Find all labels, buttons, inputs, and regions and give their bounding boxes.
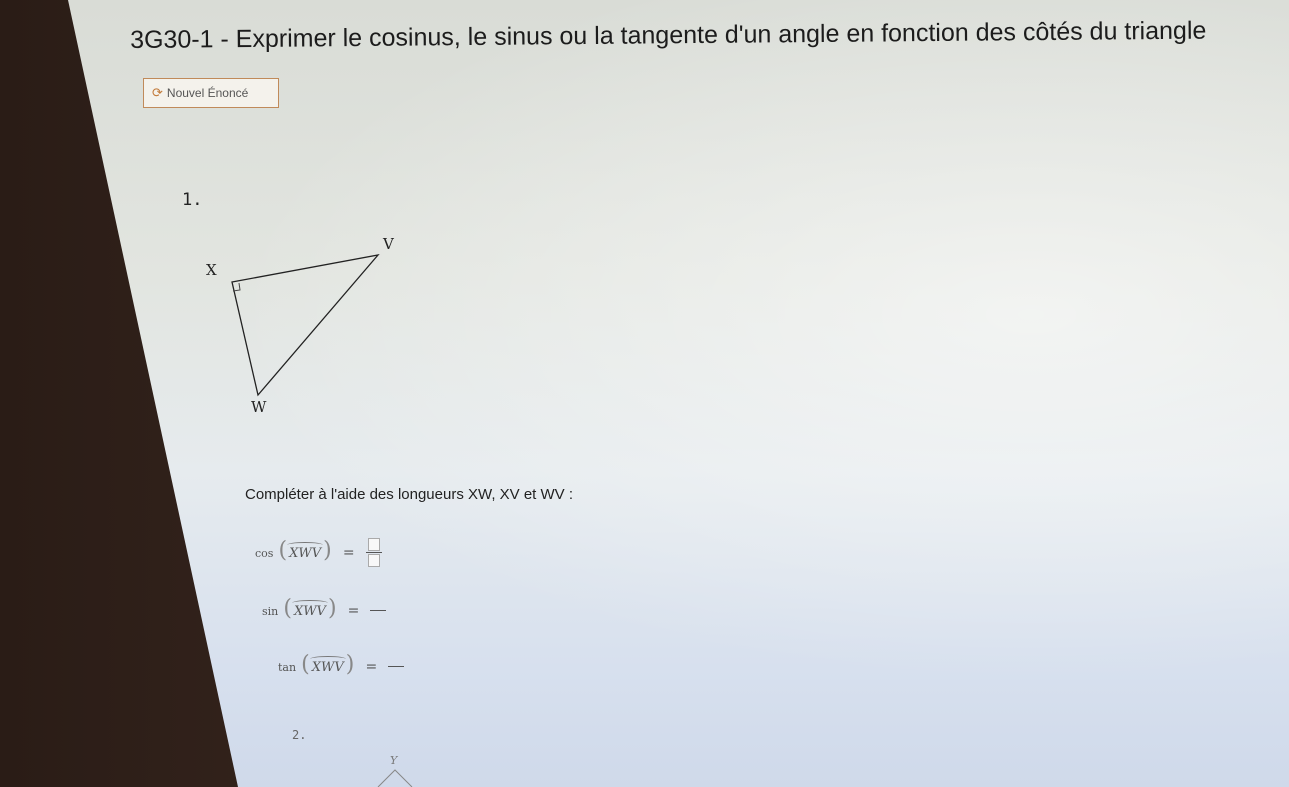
new-statement-button[interactable]: ⟳ Nouvel Énoncé xyxy=(143,78,279,108)
cos-denominator-input[interactable] xyxy=(367,554,380,567)
page-title: 3G30-1 - Exprimer le cosinus, le sinus o… xyxy=(130,16,1207,54)
refresh-icon: ⟳ xyxy=(152,85,163,100)
cos-equation: cos (XWV) = xyxy=(255,538,382,567)
exercise-1-instruction: Compléter à l'aide des longueurs XW, XV … xyxy=(245,486,574,503)
vertex-y-label: Y xyxy=(390,754,399,767)
paren-close: ) xyxy=(323,538,332,563)
sin-equation: sin (XWV) = xyxy=(262,596,387,623)
triangle-2-top xyxy=(377,769,413,787)
sin-fraction xyxy=(370,598,387,623)
cos-equals: = xyxy=(342,545,355,561)
paren-close: ) xyxy=(345,652,355,677)
tan-fraction xyxy=(388,654,405,679)
sin-equals: = xyxy=(347,603,360,619)
triangle-figure-2: Y xyxy=(377,754,413,787)
cos-angle: XWV xyxy=(287,542,324,561)
exercise-2-number: 2. xyxy=(292,728,307,742)
fraction-bar xyxy=(370,610,387,611)
tan-numerator-input[interactable] xyxy=(391,654,401,665)
new-statement-label: Nouvel Énoncé xyxy=(166,86,249,100)
triangle-xvw xyxy=(231,254,380,397)
tan-equals: = xyxy=(365,659,378,675)
paren-open: ( xyxy=(301,652,310,677)
sin-angle: XWV xyxy=(291,600,328,619)
sin-denominator-input[interactable] xyxy=(373,612,383,623)
sin-function: sin xyxy=(262,605,279,618)
tan-function: tan xyxy=(278,661,297,674)
vertex-w-label: W xyxy=(251,398,267,416)
vertex-x-label: X xyxy=(206,261,217,279)
vertex-v-label: V xyxy=(382,235,395,253)
cos-fraction xyxy=(365,538,382,567)
cos-numerator-input[interactable] xyxy=(367,538,380,551)
paren-open: ( xyxy=(283,596,292,621)
sin-numerator-input[interactable] xyxy=(373,598,383,609)
tan-equation: tan (XWV) = xyxy=(278,652,405,679)
cos-function: cos xyxy=(255,547,274,560)
exercise-1-number: 1. xyxy=(182,190,203,210)
fraction-bar xyxy=(388,666,405,667)
paren-open: ( xyxy=(278,538,288,563)
tan-denominator-input[interactable] xyxy=(391,668,401,679)
triangle-figure-1: V X W xyxy=(206,235,395,416)
fraction-bar xyxy=(365,552,382,553)
tan-angle: XWV xyxy=(309,656,346,675)
paren-close: ) xyxy=(327,596,337,621)
